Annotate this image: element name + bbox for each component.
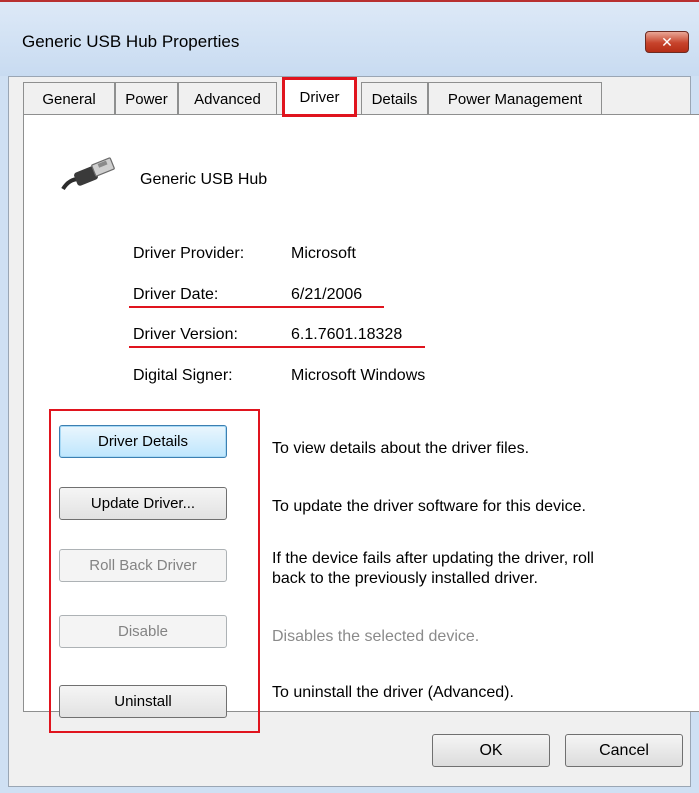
title-bar[interactable]: Generic USB Hub Properties ✕ xyxy=(0,2,699,76)
digital-signer-value: Microsoft Windows xyxy=(291,367,426,384)
driver-date-value: 6/21/2006 xyxy=(291,286,363,303)
driver-details-description: To view details about the driver files. xyxy=(272,440,530,457)
update-driver-description: To update the driver software for this d… xyxy=(272,498,586,515)
driver-date-highlight xyxy=(129,306,384,308)
device-name: Generic USB Hub xyxy=(140,171,268,188)
driver-version-highlight xyxy=(129,346,425,348)
tab-power-management[interactable]: Power Management xyxy=(428,82,602,115)
ok-button[interactable]: OK xyxy=(432,734,550,767)
roll-back-driver-description: If the device fails after updating the d… xyxy=(272,549,594,589)
properties-dialog: Generic USB Hub Properties ✕ General Pow… xyxy=(0,0,699,793)
tab-general[interactable]: General xyxy=(23,82,115,115)
driver-version-value: 6.1.7601.18328 xyxy=(291,326,403,343)
disable-button[interactable]: Disable xyxy=(59,615,227,648)
close-button[interactable]: ✕ xyxy=(645,31,689,53)
driver-provider-value: Microsoft xyxy=(291,245,356,262)
driver-version-label: Driver Version: xyxy=(133,326,238,343)
driver-details-button[interactable]: Driver Details xyxy=(59,425,227,458)
roll-back-driver-button[interactable]: Roll Back Driver xyxy=(59,549,227,582)
update-driver-button[interactable]: Update Driver... xyxy=(59,487,227,520)
cancel-button[interactable]: Cancel xyxy=(565,734,683,767)
driver-date-label: Driver Date: xyxy=(133,286,219,303)
tab-driver[interactable]: Driver xyxy=(282,77,357,117)
uninstall-description: To uninstall the driver (Advanced). xyxy=(272,684,514,701)
tab-advanced[interactable]: Advanced xyxy=(178,82,277,115)
driver-provider-label: Driver Provider: xyxy=(133,245,245,262)
dialog-body: General Power Advanced Driver Details Po… xyxy=(8,76,699,787)
tab-details[interactable]: Details xyxy=(361,82,428,115)
roll-back-description-line-2: back to the previously installed driver. xyxy=(272,570,538,587)
usb-cable-icon xyxy=(61,157,115,191)
driver-tab-panel: Generic USB Hub Driver Provider: Microso… xyxy=(23,114,699,733)
window-title: Generic USB Hub Properties xyxy=(22,32,240,51)
tab-power[interactable]: Power xyxy=(115,82,178,115)
digital-signer-label: Digital Signer: xyxy=(133,367,233,384)
roll-back-description-line-1: If the device fails after updating the d… xyxy=(272,550,594,567)
uninstall-button[interactable]: Uninstall xyxy=(59,685,227,718)
tab-strip: General Power Advanced Driver Details Po… xyxy=(9,77,692,117)
disable-description: Disables the selected device. xyxy=(272,628,480,645)
close-icon: ✕ xyxy=(661,33,673,50)
